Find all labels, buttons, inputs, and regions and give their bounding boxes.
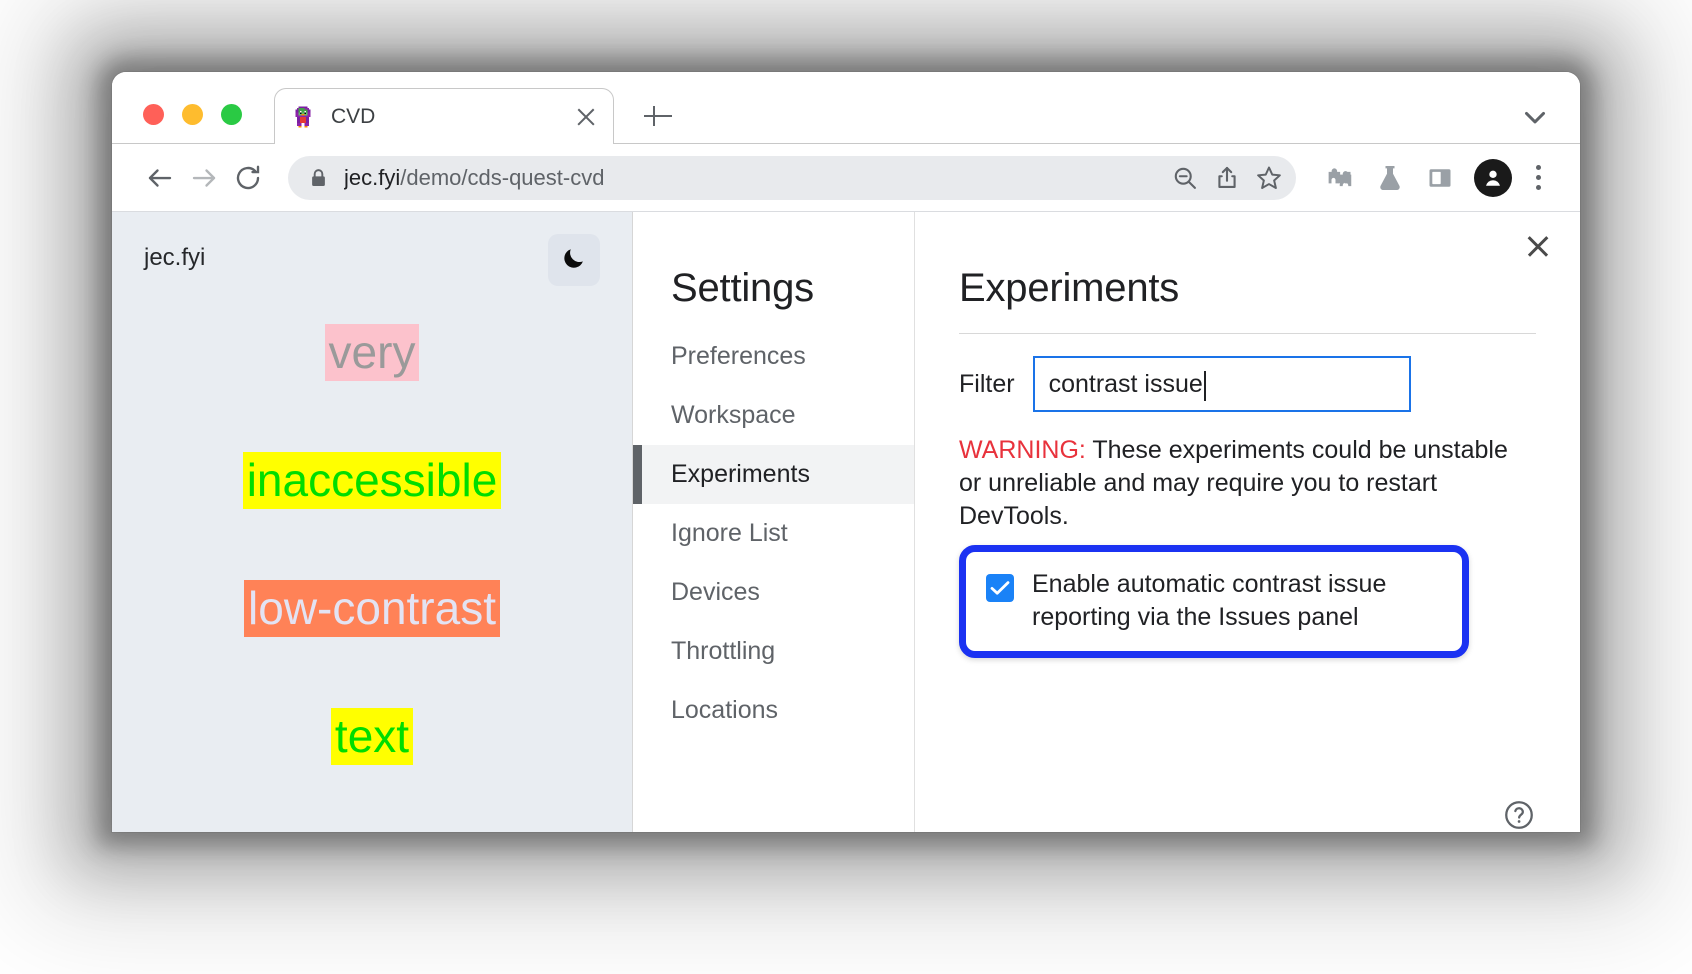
contrast-sample-text: text xyxy=(331,708,413,765)
browser-menu-icon[interactable] xyxy=(1518,156,1558,200)
address-bar[interactable]: jec.fyi/demo/cds-quest-cvd xyxy=(288,156,1296,200)
reload-button[interactable] xyxy=(226,156,270,200)
sidebar-item-label: Locations xyxy=(671,696,778,724)
bookmark-star-icon[interactable] xyxy=(1248,157,1290,199)
chevron-down-icon[interactable] xyxy=(1518,100,1552,134)
sidebar-item-devices[interactable]: Devices xyxy=(633,563,914,622)
sidebar-item-label: Preferences xyxy=(671,342,806,370)
tab-title: CVD xyxy=(331,105,573,129)
browser-window: CVD xyxy=(112,72,1580,832)
settings-nav: Settings Preferences Workspace Experimen… xyxy=(633,212,915,832)
experiment-row-highlighted[interactable]: Enable automatic contrast issue reportin… xyxy=(959,545,1469,658)
zoom-out-icon[interactable] xyxy=(1164,157,1206,199)
tab-close-icon[interactable] xyxy=(573,104,599,130)
experiment-checkbox[interactable] xyxy=(986,574,1014,602)
window-close-button[interactable] xyxy=(143,104,164,125)
sidebar-item-preferences[interactable]: Preferences xyxy=(633,327,914,386)
help-question-icon[interactable] xyxy=(1502,798,1536,832)
filter-row: Filter contrast issue xyxy=(959,356,1536,412)
window-maximize-button[interactable] xyxy=(221,104,242,125)
sidebar-item-label: Ignore List xyxy=(671,519,788,547)
sidebar-item-label: Devices xyxy=(671,578,760,606)
divider xyxy=(959,333,1536,334)
sidebar-item-experiments[interactable]: Experiments xyxy=(633,445,914,504)
window-traffic-lights xyxy=(143,104,242,125)
browser-tab[interactable]: CVD xyxy=(274,88,614,144)
close-icon[interactable] xyxy=(1522,230,1554,262)
page-title: Experiments xyxy=(959,266,1536,311)
experiments-warning: WARNING: These experiments could be unst… xyxy=(959,434,1536,533)
web-page: jec.fyi very inaccessible low-contrast xyxy=(112,212,632,832)
sample-row: very xyxy=(112,324,632,381)
browser-toolbar: jec.fyi/demo/cds-quest-cvd xyxy=(112,144,1580,212)
address-bar-url: jec.fyi/demo/cds-quest-cvd xyxy=(344,165,1164,191)
sidebar-item-label: Throttling xyxy=(671,637,775,665)
forward-button[interactable] xyxy=(182,156,226,200)
dark-mode-toggle-button[interactable] xyxy=(548,234,600,286)
sidebar-item-label: Workspace xyxy=(671,401,796,429)
moon-icon xyxy=(561,245,587,276)
tab-strip: CVD xyxy=(112,72,1580,144)
page-brand: jec.fyi xyxy=(144,244,205,272)
screenshot-stage: CVD xyxy=(0,0,1692,974)
experiment-label: Enable automatic contrast issue reportin… xyxy=(1032,568,1442,633)
back-button[interactable] xyxy=(138,156,182,200)
contrast-sample-low-contrast: low-contrast xyxy=(244,580,500,637)
viewport: jec.fyi very inaccessible low-contrast xyxy=(112,212,1580,832)
lock-icon xyxy=(310,168,326,188)
sample-row: text xyxy=(112,708,632,765)
devtools-settings-dialog: Settings Preferences Workspace Experimen… xyxy=(632,212,1580,832)
avatar[interactable] xyxy=(1474,159,1512,197)
filter-input[interactable]: contrast issue xyxy=(1033,356,1411,412)
sample-row: low-contrast xyxy=(112,580,632,637)
contrast-sample-very: very xyxy=(325,324,420,381)
settings-title: Settings xyxy=(633,266,914,327)
flask-experiments-icon[interactable] xyxy=(1368,156,1412,200)
sidebar-item-ignore-list[interactable]: Ignore List xyxy=(633,504,914,563)
sidebar-item-throttling[interactable]: Throttling xyxy=(633,622,914,681)
contrast-sample-inaccessible: inaccessible xyxy=(243,452,502,509)
filter-input-value: contrast issue xyxy=(1049,370,1203,399)
window-minimize-button[interactable] xyxy=(182,104,203,125)
text-cursor xyxy=(1204,371,1206,401)
cvd-penguin-favicon xyxy=(291,105,315,129)
filter-label: Filter xyxy=(959,370,1015,399)
extensions-puzzle-icon[interactable] xyxy=(1318,156,1362,200)
new-tab-button[interactable] xyxy=(640,98,676,134)
sidebar-item-workspace[interactable]: Workspace xyxy=(633,386,914,445)
warning-prefix: WARNING: xyxy=(959,436,1086,464)
share-icon[interactable] xyxy=(1206,157,1248,199)
side-panel-icon[interactable] xyxy=(1418,156,1462,200)
sample-row: inaccessible xyxy=(112,452,632,509)
experiments-pane: Experiments Filter contrast issue WARNIN… xyxy=(915,212,1580,832)
sidebar-item-locations[interactable]: Locations xyxy=(633,681,914,740)
sidebar-item-label: Experiments xyxy=(671,460,810,488)
